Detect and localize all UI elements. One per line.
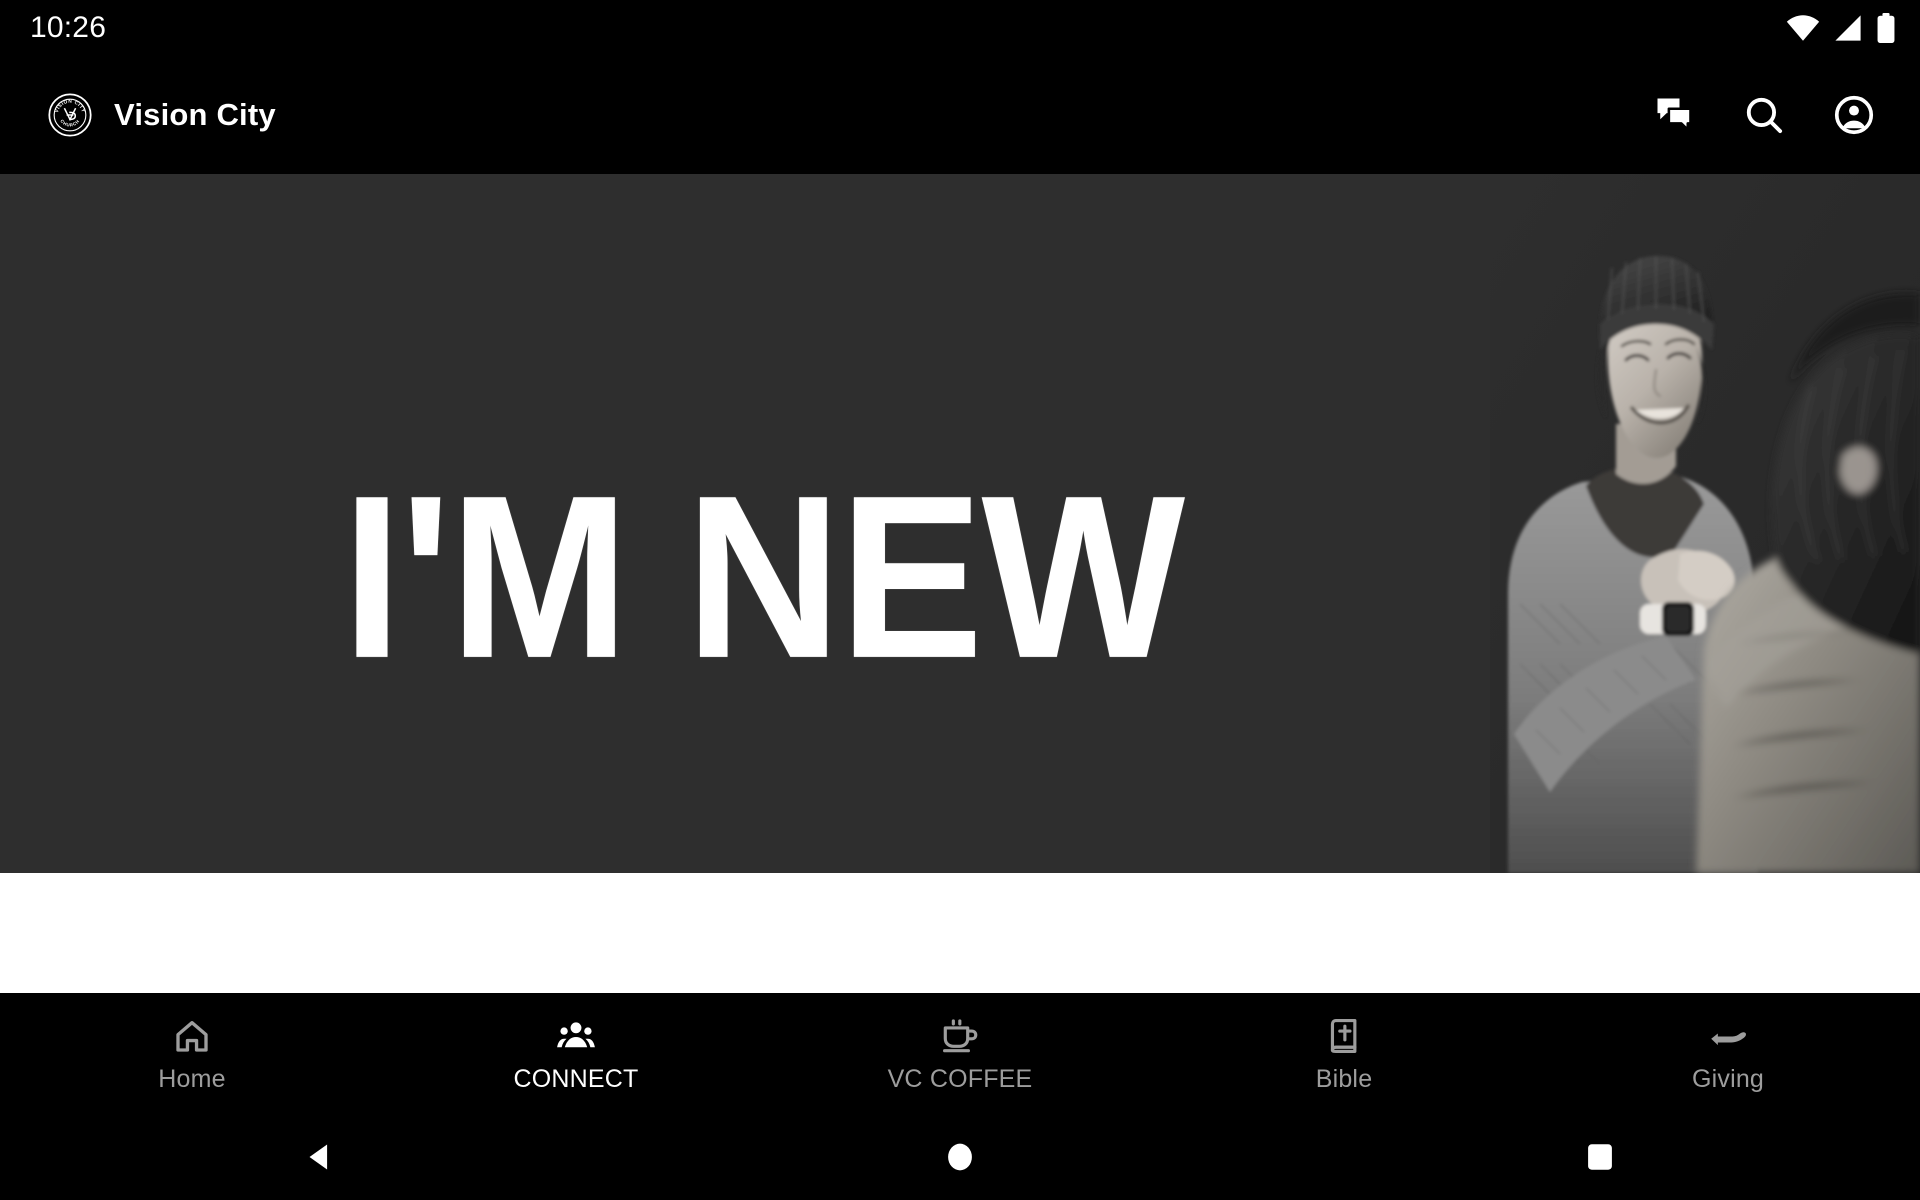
app-root: 10:26 VISION CITY CHURCH Vision City I'M… (0, 0, 1920, 1200)
home-button[interactable] (640, 1140, 1280, 1174)
tab-giving[interactable]: Giving (1536, 993, 1920, 1114)
status-bar: 10:26 (0, 0, 1920, 56)
status-bar-clock: 10:26 (30, 11, 107, 44)
tab-vc-coffee[interactable]: VC COFFEE (768, 993, 1152, 1114)
account-circle-icon[interactable] (1832, 93, 1876, 137)
hero-banner[interactable]: I'M NEW (0, 174, 1920, 873)
bottom-navigation: Home CONNECT VC COFFEE Bible Giving (0, 993, 1920, 1114)
circle-icon (943, 1140, 977, 1174)
hero-title: I'M NEW (342, 447, 1185, 707)
tab-label-bible: Bible (1315, 1065, 1373, 1093)
groups-icon (555, 1015, 597, 1057)
coffee-icon (939, 1015, 981, 1057)
tab-label-giving: Giving (1691, 1065, 1765, 1093)
tab-label-home: Home (158, 1065, 226, 1093)
cellular-signal-icon (1834, 15, 1862, 41)
vision-city-church-seal-logo: VISION CITY CHURCH (48, 93, 92, 137)
giving-hand-icon (1707, 1015, 1749, 1057)
app-header-actions (1652, 93, 1876, 137)
brand-block[interactable]: VISION CITY CHURCH Vision City (48, 93, 276, 137)
svg-text:VISION CITY: VISION CITY (54, 99, 86, 114)
tab-home[interactable]: Home (0, 993, 384, 1114)
content-area (0, 873, 1920, 993)
app-title: Vision City (114, 97, 276, 132)
messages-icon[interactable] (1652, 93, 1696, 137)
tab-connect[interactable]: CONNECT (384, 993, 768, 1114)
search-icon[interactable] (1742, 93, 1786, 137)
back-button[interactable] (0, 1140, 640, 1174)
hero-photo (1490, 174, 1920, 873)
app-header: VISION CITY CHURCH Vision City (0, 56, 1920, 174)
recents-button[interactable] (1280, 1140, 1920, 1174)
tab-label-vc-coffee: VC COFFEE (887, 1065, 1033, 1093)
tab-label-connect: CONNECT (513, 1065, 639, 1093)
home-icon (171, 1015, 213, 1057)
android-system-navigation (0, 1114, 1920, 1200)
status-bar-icons (1786, 13, 1896, 43)
square-icon (1583, 1140, 1617, 1174)
tab-bible[interactable]: Bible (1152, 993, 1536, 1114)
bible-icon (1323, 1015, 1365, 1057)
battery-icon (1876, 13, 1896, 43)
wifi-icon (1786, 15, 1820, 41)
triangle-left-icon (303, 1140, 337, 1174)
